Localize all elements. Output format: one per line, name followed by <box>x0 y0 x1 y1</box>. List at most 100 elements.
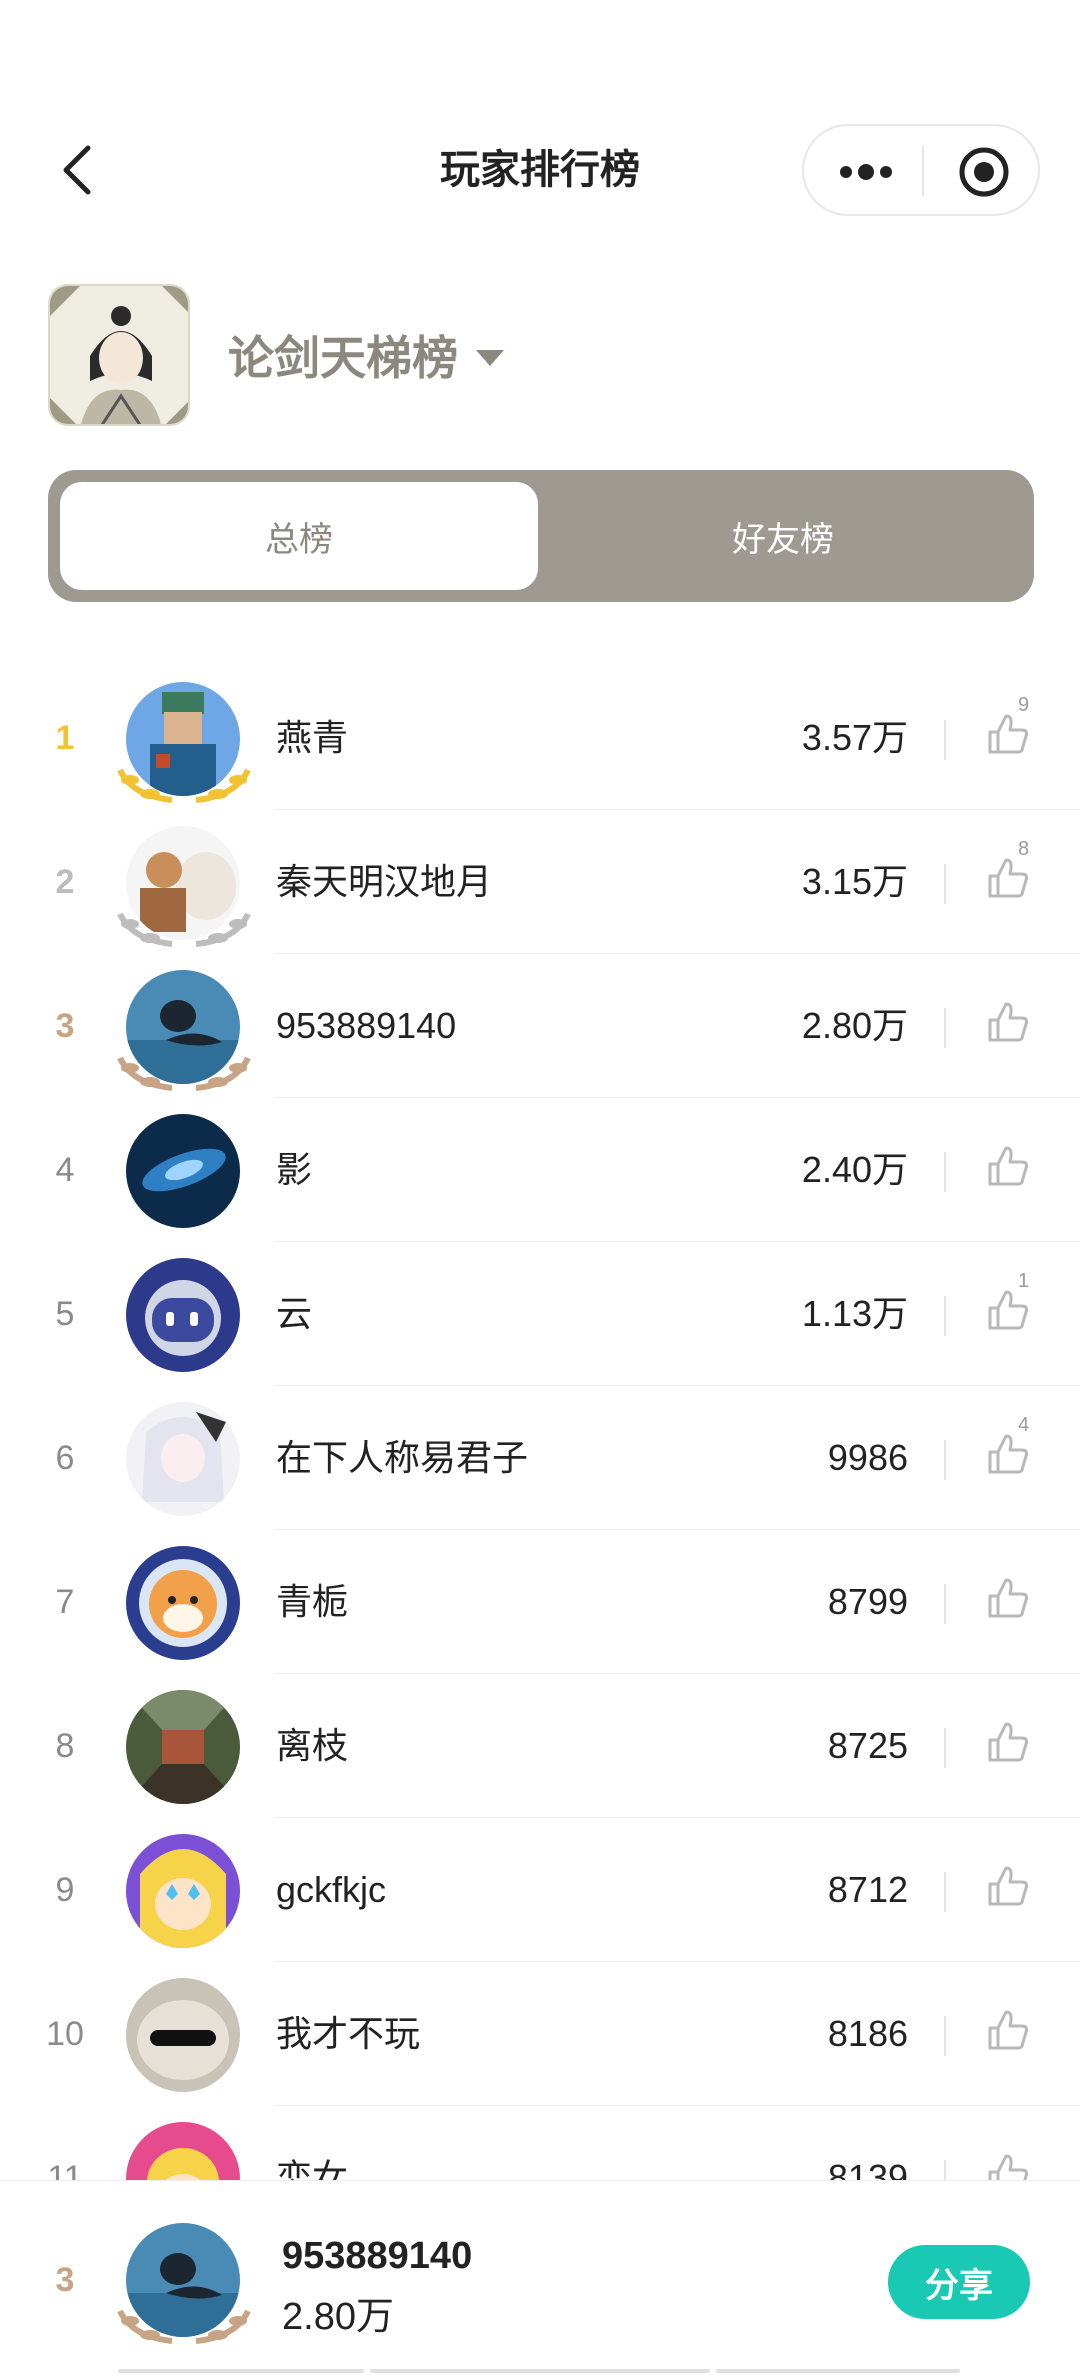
list-item: 6 在下人称易君子 9986 4 <box>0 1386 1080 1530</box>
rank-number: 3 <box>55 1007 75 1045</box>
rank-number: 5 <box>55 1295 75 1333</box>
player-name: 953889140 <box>276 1005 457 1046</box>
more-dots-icon <box>840 164 892 180</box>
tab-friends[interactable]: 好友榜 <box>544 482 1022 590</box>
divider <box>944 1440 946 1480</box>
divider <box>944 1296 946 1336</box>
thumbs-up-icon[interactable] <box>986 1720 1030 1764</box>
list-item: 7 青栀 8799 <box>0 1530 1080 1674</box>
player-score: 8725 <box>827 1725 908 1766</box>
thumbs-up-icon[interactable] <box>986 1000 1030 1044</box>
divider <box>944 720 946 760</box>
game-name: 论剑天梯榜 <box>228 332 458 384</box>
close-miniprogram-button[interactable] <box>958 146 1010 198</box>
list-item: 8 离枝 8725 <box>0 1674 1080 1818</box>
rank-number: 8 <box>55 1727 75 1765</box>
player-name: 恋女 <box>276 2157 349 2180</box>
rank-number: 7 <box>55 1583 75 1621</box>
game-icon <box>48 284 190 426</box>
scroll-indicator <box>118 2369 960 2373</box>
thumbs-up-icon[interactable] <box>986 856 1030 900</box>
player-score: 2.80万 <box>801 1005 908 1046</box>
player-name: 影 <box>276 1149 313 1190</box>
thumbs-up-icon[interactable] <box>986 1144 1030 1188</box>
player-score: 2.40万 <box>801 1149 908 1190</box>
tab-overall[interactable]: 总榜 <box>60 482 538 590</box>
divider <box>944 1728 946 1768</box>
divider <box>944 1008 946 1048</box>
thumbs-up-icon[interactable] <box>986 1288 1030 1332</box>
thumbs-up-icon[interactable] <box>986 712 1030 756</box>
like-count: 1 <box>1018 1270 1030 1292</box>
rank-number: 6 <box>55 1439 75 1477</box>
rank-number: 11 <box>47 2159 83 2180</box>
gold-laurel-icon <box>117 768 251 803</box>
player-name: gckfkjc <box>276 1869 387 1910</box>
my-rank-number: 3 <box>55 2261 75 2299</box>
bronze-laurel-icon <box>117 1056 251 1091</box>
player-score: 3.57万 <box>801 717 908 758</box>
game-selector[interactable]: 论剑天梯榜 <box>48 284 1048 430</box>
divider <box>944 1152 946 1192</box>
divider <box>944 2160 946 2180</box>
player-name: 云 <box>276 1293 313 1334</box>
silver-laurel-icon <box>117 912 251 947</box>
like-count: 8 <box>1018 838 1030 860</box>
miniprogram-capsule <box>802 124 1040 216</box>
share-button[interactable]: 分享 <box>888 2245 1030 2319</box>
list-item: 2 秦天明汉地月 3.15万 8 <box>0 810 1080 954</box>
player-score: 8712 <box>827 1869 908 1910</box>
divider <box>944 2016 946 2056</box>
thumbs-up-icon[interactable] <box>986 1432 1030 1476</box>
thumbs-up-icon[interactable] <box>986 1864 1030 1908</box>
like-count: 9 <box>1018 694 1030 716</box>
avatar <box>126 1114 240 1228</box>
avatar <box>126 1978 240 2092</box>
target-icon <box>959 147 1009 197</box>
player-score: 3.15万 <box>801 861 908 902</box>
list-item: 10 我才不玩 8186 <box>0 1962 1080 2106</box>
rank-number: 1 <box>55 719 75 757</box>
player-score: 8186 <box>827 2013 908 2054</box>
my-rank-bar: 3 953889140 2.80万 分享 <box>0 2180 1080 2377</box>
divider <box>944 1584 946 1624</box>
rank-number: 4 <box>55 1151 75 1189</box>
list-item: 9 gckfkjc 8712 <box>0 1818 1080 1962</box>
bronze-laurel-icon <box>117 2309 251 2344</box>
nav-bar: 玩家排行榜 <box>0 0 1080 240</box>
thumbs-up-icon[interactable] <box>986 1576 1030 1620</box>
player-name: 燕青 <box>276 717 349 758</box>
avatar <box>126 2122 240 2180</box>
rank-number: 9 <box>55 1871 75 1909</box>
caret-down-icon <box>476 350 504 366</box>
avatar <box>126 1834 240 1948</box>
player-name: 在下人称易君子 <box>276 1437 529 1478</box>
avatar <box>126 1258 240 1372</box>
player-name: 秦天明汉地月 <box>276 861 493 902</box>
player-score: 8799 <box>827 1581 908 1622</box>
thumbs-up-icon[interactable] <box>986 2008 1030 2052</box>
player-name: 青栀 <box>276 1581 349 1622</box>
more-button[interactable] <box>836 154 896 190</box>
rank-number: 10 <box>46 2015 84 2053</box>
list-item: 3 953889140 2.80万 <box>0 954 1080 1098</box>
like-count: 4 <box>1018 1414 1030 1436</box>
list-item: 5 云 1.13万 1 <box>0 1242 1080 1386</box>
player-name: 离枝 <box>276 1725 349 1766</box>
game-name-dropdown[interactable]: 论剑天梯榜 <box>228 328 504 388</box>
rank-number: 2 <box>55 863 75 901</box>
thumbs-up-icon[interactable] <box>986 2152 1030 2180</box>
player-score: 9986 <box>827 1437 908 1478</box>
divider <box>944 864 946 904</box>
list-item: 4 影 2.40万 <box>0 1098 1080 1242</box>
ranking-list: 1 燕青 3.57万 9 2 秦天明汉地月 3.15万 8 3 95388914… <box>0 666 1080 2180</box>
player-name: 我才不玩 <box>276 2013 421 2054</box>
my-name: 953889140 <box>282 2235 473 2277</box>
avatar <box>126 1546 240 1660</box>
list-item: 1 燕青 3.57万 9 <box>0 666 1080 810</box>
player-score: 8139 <box>827 2157 908 2180</box>
list-item: 11 恋女 8139 <box>0 2106 1080 2180</box>
my-score: 2.80万 <box>282 2296 394 2338</box>
ranking-tabs: 总榜 好友榜 <box>48 470 1034 602</box>
capsule-divider <box>922 146 924 196</box>
